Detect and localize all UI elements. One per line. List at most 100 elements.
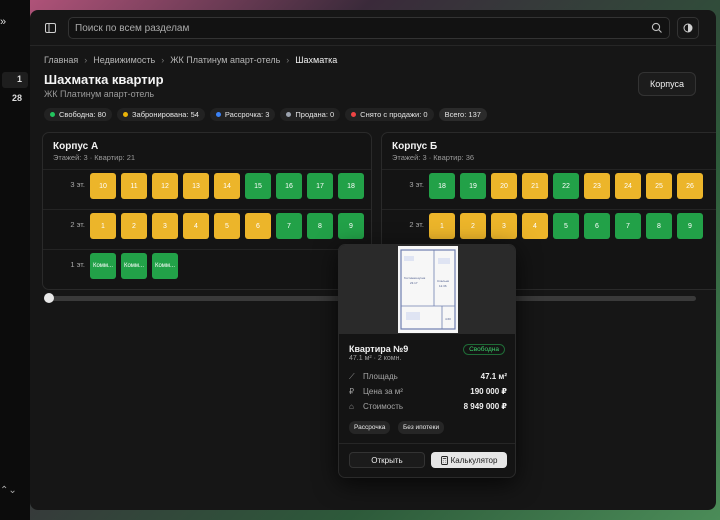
floor-label: 3 эт.: [70, 180, 85, 189]
search-icon[interactable]: [651, 22, 663, 34]
apartment-cell[interactable]: 13: [183, 173, 209, 199]
apartment-cell[interactable]: 10: [90, 173, 116, 199]
building-title: Корпус Б: [392, 141, 438, 152]
status-legend: Свободна: 80 Забронирована: 54 Рассрочка: …: [44, 108, 487, 121]
sidebar-count-badge[interactable]: 1: [2, 72, 28, 88]
status-chip: Рассрочка: 3: [209, 108, 276, 121]
apartment-cell[interactable]: Комм...: [152, 253, 178, 279]
apartment-cell[interactable]: 21: [522, 173, 548, 199]
apartment-cell[interactable]: 7: [276, 213, 302, 239]
apartment-cell[interactable]: 24: [615, 173, 641, 199]
apartment-cell[interactable]: 23: [584, 173, 610, 199]
apartment-cell[interactable]: 5: [553, 213, 579, 239]
apartment-cell[interactable]: Комм...: [90, 253, 116, 279]
apartment-cell[interactable]: 1: [429, 213, 455, 239]
apartment-cell[interactable]: 15: [245, 173, 271, 199]
floor-label: 2 эт.: [70, 220, 85, 229]
floor-row: 2 эт. 1 2 3 4 5 6 7 8 9: [382, 209, 716, 241]
apartment-cell[interactable]: 9: [338, 213, 364, 239]
building-panel-a: Корпус А Этажей: 3 · Квартир: 21 3 эт. 10…: [42, 132, 372, 290]
apartment-cell[interactable]: 7: [615, 213, 641, 239]
apartment-cell[interactable]: 12: [152, 173, 178, 199]
ruler-icon: ⟋: [349, 372, 355, 381]
breadcrumb-separator-icon: ›: [84, 55, 88, 65]
breadcrumb-item[interactable]: Главная: [44, 55, 78, 65]
breadcrumb-item[interactable]: Недвижимость: [93, 55, 155, 65]
apartment-cell[interactable]: 1: [90, 213, 116, 239]
apartment-cell[interactable]: 25: [646, 173, 672, 199]
apartment-cell[interactable]: Комм...: [121, 253, 147, 279]
breadcrumb-current: Шахматка: [295, 55, 338, 65]
status-chip-label: Свободна: 80: [59, 110, 106, 119]
prop-label: Цена за м²: [363, 387, 403, 396]
installment-tag: Рассрочка: [349, 421, 391, 434]
prop-value: 47.1 м²: [480, 372, 507, 381]
apartment-cell[interactable]: 26: [677, 173, 703, 199]
apartment-cell[interactable]: 18: [338, 173, 364, 199]
house-icon: ⌂: [349, 402, 354, 411]
contrast-icon: [683, 23, 693, 33]
apartment-cell[interactable]: 4: [183, 213, 209, 239]
apartment-cell[interactable]: 17: [307, 173, 333, 199]
apartment-cells: 123456789: [90, 213, 364, 239]
floor-label: 2 эт.: [409, 220, 424, 229]
apartment-cell[interactable]: 8: [307, 213, 333, 239]
apartment-cell[interactable]: 3: [491, 213, 517, 239]
status-dot-icon: [215, 112, 221, 117]
prop-label: Стоимость: [363, 402, 404, 411]
floor-label: 3 эт.: [409, 180, 424, 189]
breadcrumb-item[interactable]: ЖК Платинум апарт-отель: [170, 55, 280, 65]
floor-label: 1 эт.: [70, 260, 85, 269]
building-title: Корпус А: [53, 141, 99, 152]
apartment-cell[interactable]: 22: [553, 173, 579, 199]
floorplan-image[interactable]: Гостиная-кухня 23.17 Спальня 12.36 4.60: [398, 246, 458, 333]
building-subtitle: Этажей: 3 · Квартир: 36: [392, 153, 475, 162]
apartment-cell[interactable]: 5: [214, 213, 240, 239]
search-box[interactable]: [68, 17, 670, 39]
no-mortgage-tag: Без ипотеки: [398, 421, 445, 434]
apartment-cell[interactable]: 18: [429, 173, 455, 199]
apartment-cell[interactable]: 8: [646, 213, 672, 239]
floor-row: 3 эт. 18 19 20 21 22 23 24 25 26: [382, 169, 716, 201]
apartment-cell[interactable]: 6: [245, 213, 271, 239]
apartment-cell[interactable]: 6: [584, 213, 610, 239]
status-dot-icon: [50, 112, 55, 117]
apartment-cells: 123456789: [429, 213, 703, 239]
apartment-popover: Гостиная-кухня 23.17 Спальня 12.36 4.60 …: [338, 244, 516, 478]
apartment-cell[interactable]: 3: [152, 213, 178, 239]
prop-value: 190 000 ₽: [470, 387, 507, 396]
status-chip: Снято с продажи: 0: [345, 108, 434, 121]
search-input[interactable]: [75, 21, 645, 36]
divider: [339, 443, 515, 444]
expand-chevron-icon[interactable]: »: [0, 16, 6, 28]
theme-toggle-button[interactable]: [677, 17, 699, 39]
floor-row: 1 эт. Комм... Комм... Комм...: [43, 249, 371, 281]
page-subtitle: ЖК Платинум апарт-отель: [44, 89, 155, 99]
apartment-cell[interactable]: 4: [522, 213, 548, 239]
sidebar-toggle-button[interactable]: [42, 20, 58, 36]
plan-room-area: 23.17: [410, 281, 418, 285]
calculator-button[interactable]: Калькулятор: [431, 452, 507, 468]
floorplan-area: Гостиная-кухня 23.17 Спальня 12.36 4.60: [339, 245, 515, 334]
apartment-cell[interactable]: 20: [491, 173, 517, 199]
buildings-button[interactable]: Корпуса: [638, 72, 696, 96]
apartment-cell[interactable]: 16: [276, 173, 302, 199]
sort-arrows-icon[interactable]: ⌃⌄: [0, 485, 17, 496]
status-chip-label: Забронирована: 54: [132, 110, 199, 119]
calculator-label: Калькулятор: [450, 455, 498, 465]
apartment-cell[interactable]: 2: [460, 213, 486, 239]
apartment-cell[interactable]: 14: [214, 173, 240, 199]
scrollbar-thumb[interactable]: [44, 293, 54, 303]
floor-row: 3 эт. 10 11 12 13 14 15 16 17 18: [43, 169, 371, 201]
apartment-cell[interactable]: 11: [121, 173, 147, 199]
status-chip-label: Всего: 137: [444, 110, 481, 119]
apartment-cell[interactable]: 9: [677, 213, 703, 239]
breadcrumb-separator-icon: ›: [161, 55, 165, 65]
area-row: ⟋ Площадь 47.1 м²: [349, 371, 507, 383]
prop-label: Площадь: [363, 372, 398, 381]
breadcrumb-separator-icon: ›: [286, 55, 290, 65]
open-button[interactable]: Открыть: [349, 452, 425, 468]
apartment-cell[interactable]: 19: [460, 173, 486, 199]
sidebar-count-badge[interactable]: 28: [12, 93, 22, 103]
apartment-cell[interactable]: 2: [121, 213, 147, 239]
